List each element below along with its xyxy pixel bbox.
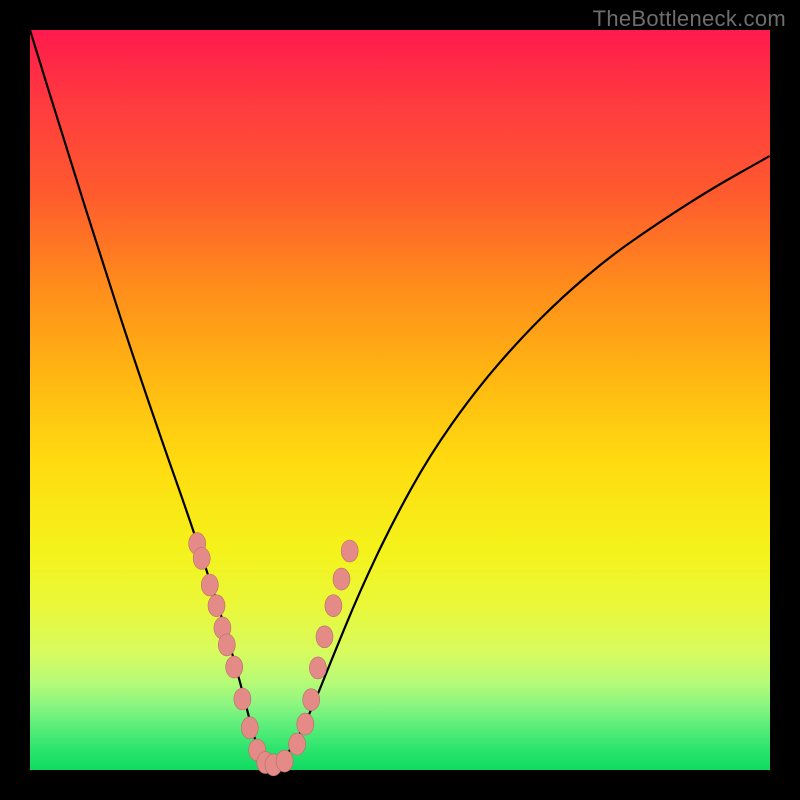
marker-dot bbox=[276, 750, 293, 772]
marker-dot bbox=[201, 574, 218, 596]
marker-dot bbox=[333, 568, 350, 590]
marker-dot bbox=[309, 657, 326, 679]
chart-frame: TheBottleneck.com bbox=[0, 0, 800, 800]
marker-dot bbox=[234, 688, 251, 710]
marker-dot bbox=[193, 547, 210, 569]
marker-dot bbox=[289, 733, 306, 755]
marker-dot bbox=[303, 689, 320, 711]
marker-dot bbox=[218, 634, 235, 656]
marker-dot bbox=[341, 540, 358, 562]
marker-dot bbox=[297, 713, 314, 735]
bottleneck-curve bbox=[30, 30, 770, 764]
plot-area bbox=[30, 30, 770, 770]
chart-svg bbox=[30, 30, 770, 770]
marker-dot bbox=[226, 656, 243, 678]
marker-dot bbox=[316, 626, 333, 648]
marker-dot bbox=[325, 595, 342, 617]
marker-dot bbox=[208, 595, 225, 617]
marker-dot bbox=[241, 717, 258, 739]
watermark-text: TheBottleneck.com bbox=[593, 6, 786, 32]
